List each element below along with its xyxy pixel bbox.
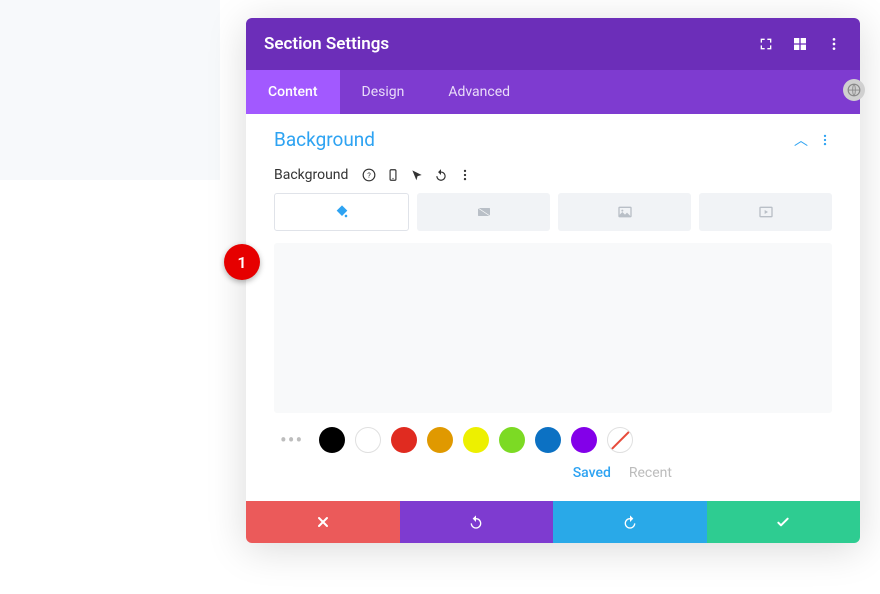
background-field-row: Background ? <box>246 161 860 193</box>
field-option-icons: ? <box>362 168 472 182</box>
paint-bucket-icon <box>334 204 350 220</box>
background-type-tabs <box>246 193 860 243</box>
cancel-button[interactable] <box>246 501 400 543</box>
expand-icon[interactable] <box>758 36 774 52</box>
redo-icon <box>622 514 638 530</box>
swatch-red[interactable] <box>391 427 417 453</box>
redo-button[interactable] <box>553 501 707 543</box>
panel-body: Background ︿ Background ? <box>246 114 860 501</box>
reset-icon[interactable] <box>434 168 448 182</box>
undo-icon <box>468 514 484 530</box>
swatch-white[interactable] <box>355 427 381 453</box>
recent-link[interactable]: Recent <box>629 465 672 481</box>
bg-tab-video[interactable] <box>699 193 832 231</box>
main-tabs: Content Design Advanced <box>246 70 860 114</box>
help-icon[interactable]: ? <box>362 168 376 182</box>
swatch-green[interactable] <box>499 427 525 453</box>
page-background <box>0 0 220 180</box>
bg-tab-image[interactable] <box>558 193 691 231</box>
close-icon <box>315 514 331 530</box>
tab-design[interactable]: Design <box>340 70 427 114</box>
annotation-badge: 1 <box>224 244 260 280</box>
background-preview[interactable] <box>274 243 832 413</box>
section-controls: ︿ <box>794 130 832 150</box>
chevron-up-icon[interactable]: ︿ <box>794 130 808 150</box>
grid-icon[interactable] <box>792 36 808 52</box>
color-swatch-row: ••• <box>246 427 860 461</box>
panel-header: Section Settings <box>246 18 860 70</box>
swatch-more-icon[interactable]: ••• <box>274 428 309 452</box>
panel-footer <box>246 501 860 543</box>
swatch-orange[interactable] <box>427 427 453 453</box>
globe-icon[interactable] <box>843 79 865 101</box>
video-icon <box>758 204 774 220</box>
responsive-icon[interactable] <box>386 168 400 182</box>
gradient-icon <box>476 204 492 220</box>
section-settings-panel: Section Settings Content Design Advanced… <box>246 18 860 543</box>
swatch-none[interactable] <box>607 427 633 453</box>
hover-icon[interactable] <box>410 168 424 182</box>
bg-tab-color[interactable] <box>274 193 409 231</box>
swatch-black[interactable] <box>319 427 345 453</box>
field-more-icon[interactable] <box>458 168 472 182</box>
more-icon[interactable] <box>826 36 842 52</box>
svg-text:?: ? <box>368 171 372 180</box>
image-icon <box>617 204 633 220</box>
swatch-blue[interactable] <box>535 427 561 453</box>
section-title: Background <box>274 128 375 151</box>
tab-advanced[interactable]: Advanced <box>426 70 532 114</box>
palette-links: Saved Recent <box>246 461 700 501</box>
tab-content[interactable]: Content <box>246 70 340 114</box>
save-button[interactable] <box>707 501 861 543</box>
saved-link[interactable]: Saved <box>573 465 611 481</box>
swatch-purple[interactable] <box>571 427 597 453</box>
check-icon <box>775 514 791 530</box>
swatch-yellow[interactable] <box>463 427 489 453</box>
panel-title: Section Settings <box>264 34 389 54</box>
section-more-icon[interactable] <box>818 133 832 147</box>
section-header: Background ︿ <box>246 114 860 161</box>
background-label: Background <box>274 167 348 183</box>
header-actions <box>758 36 842 52</box>
bg-tab-gradient[interactable] <box>417 193 550 231</box>
undo-button[interactable] <box>400 501 554 543</box>
